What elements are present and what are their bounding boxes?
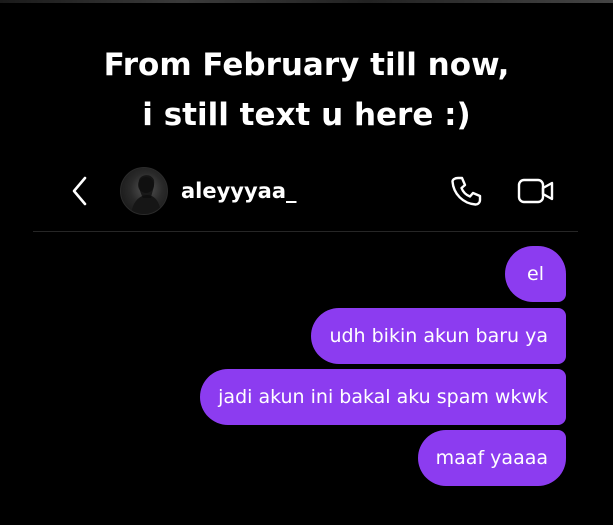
message-bubble[interactable]: maaf yaaaa bbox=[417, 430, 566, 486]
voice-call-button[interactable] bbox=[448, 173, 484, 209]
header-divider bbox=[33, 231, 578, 232]
avatar[interactable] bbox=[120, 167, 168, 215]
phone-icon bbox=[451, 176, 482, 206]
message-bubble[interactable]: el bbox=[505, 246, 566, 302]
message-bubble[interactable]: jadi akun ini bakal aku spam wkwk bbox=[200, 369, 566, 425]
chat-header: aleyyyaa_ bbox=[0, 165, 613, 217]
profile-photo-icon bbox=[131, 175, 161, 214]
caption-line-2: i still text u here :) bbox=[142, 97, 471, 133]
overlay-caption: From February till now, i still text u h… bbox=[0, 40, 613, 140]
screenshot-page: From February till now, i still text u h… bbox=[0, 0, 613, 525]
chat-username[interactable]: aleyyyaa_ bbox=[181, 178, 297, 204]
chevron-left-icon bbox=[72, 176, 87, 206]
caption-line-1: From February till now, bbox=[103, 47, 510, 83]
video-call-button[interactable] bbox=[516, 173, 556, 209]
top-image-strip bbox=[0, 0, 613, 3]
back-button[interactable] bbox=[66, 173, 94, 209]
video-camera-icon bbox=[517, 178, 554, 204]
message-bubble[interactable]: udh bikin akun baru ya bbox=[311, 308, 566, 364]
